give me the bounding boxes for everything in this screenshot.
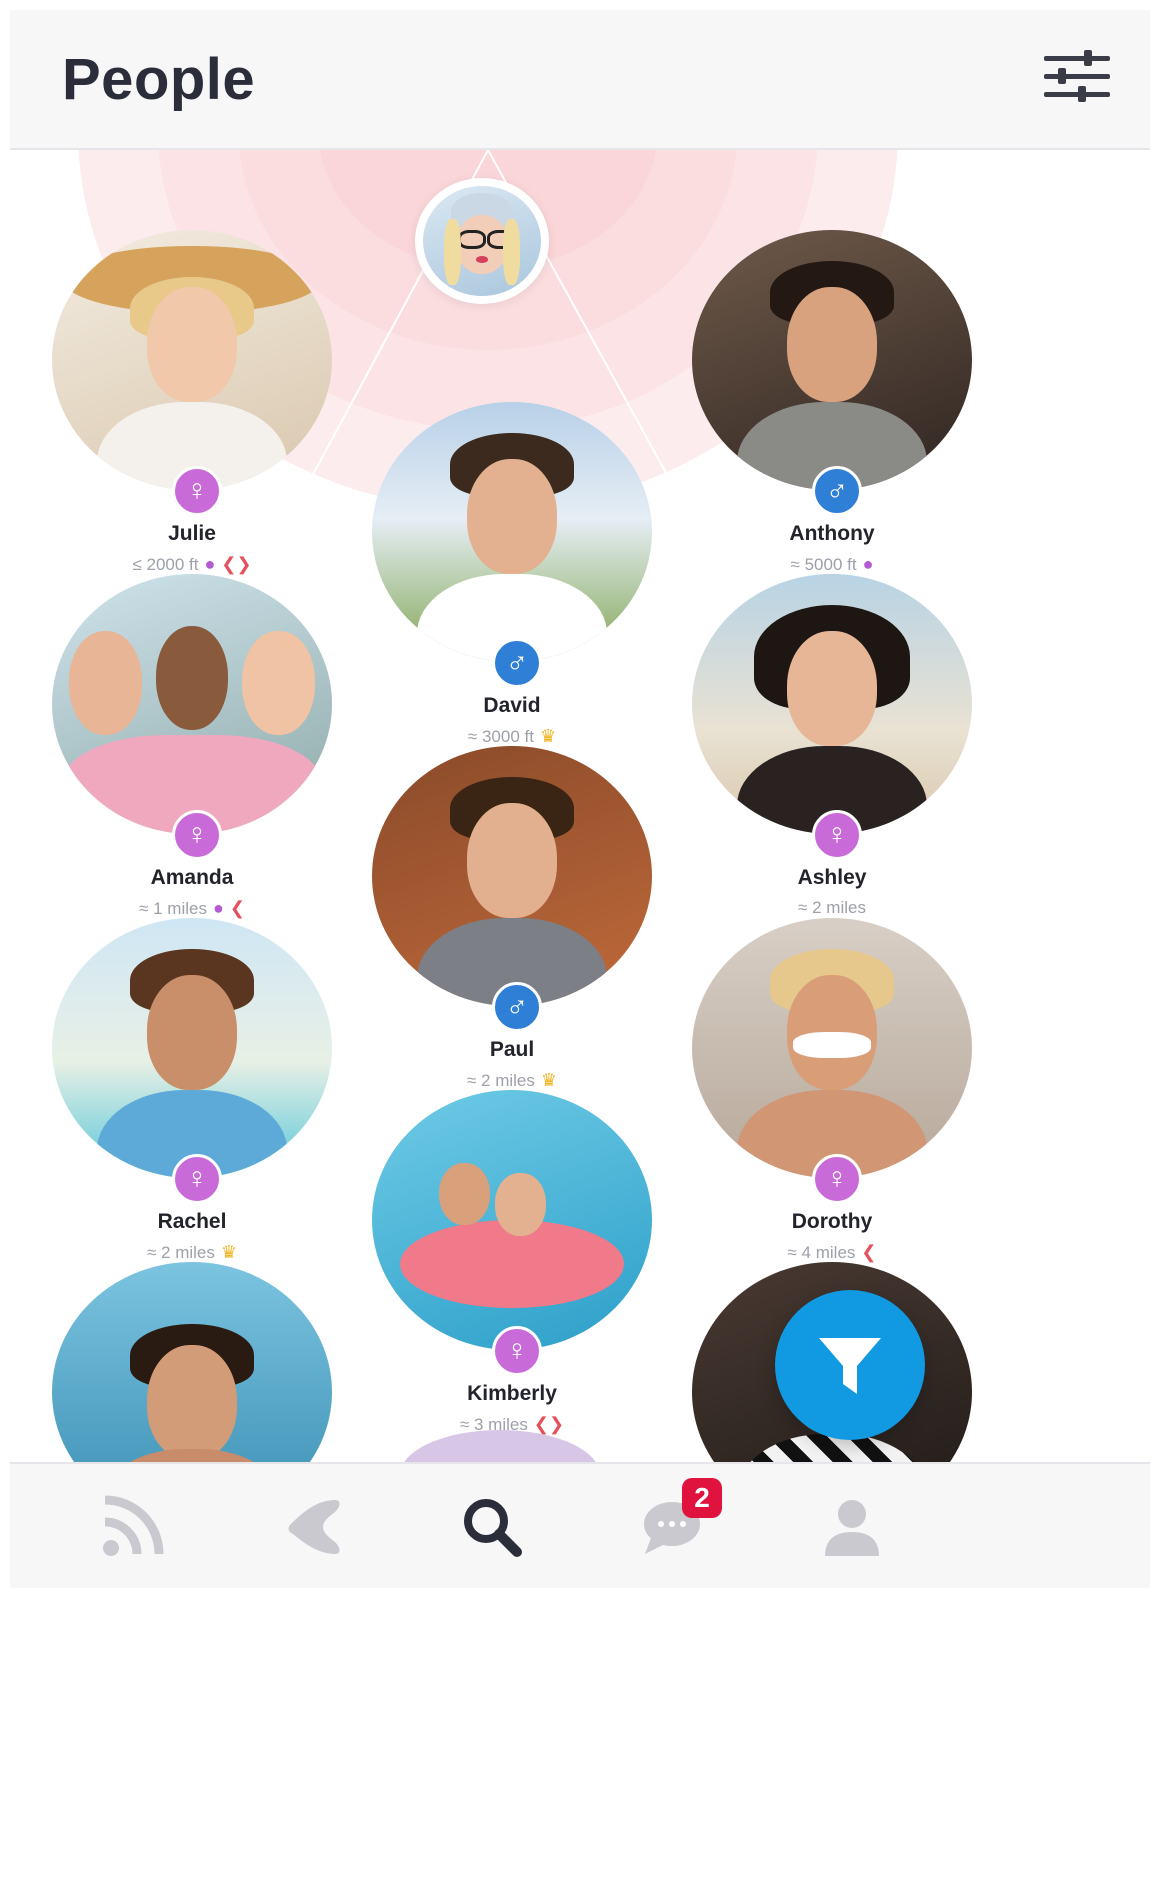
profile-photo [52, 574, 332, 834]
profile-distance: ≈ 2 miles [466, 1070, 535, 1090]
profile-card-kimberly[interactable]: ♀ Kimberly ≈ 3 miles ❮❯ [372, 1090, 652, 1435]
search-icon [464, 1499, 522, 1557]
nav-likes[interactable] [272, 1492, 352, 1562]
settings-button[interactable] [1044, 50, 1110, 104]
profile-distance-row: ≈ 4 miles ❮ [692, 1242, 972, 1263]
location-pin-icon: ● [204, 554, 216, 574]
profile-distance-row: ≈ 2 miles [692, 898, 972, 918]
heart-icon: ❮ [861, 1242, 877, 1262]
profile-distance-row: ≈ 3000 ft ♛ [372, 726, 652, 747]
nav-search[interactable] [452, 1492, 532, 1562]
profile-distance: ≈ 5000 ft [790, 554, 857, 574]
profile-name: David [483, 694, 541, 717]
my-avatar-photo [423, 186, 541, 296]
female-icon: ♀ [172, 466, 222, 516]
female-icon: ♀ [172, 810, 222, 860]
profile-name: Ashley [797, 866, 867, 889]
profile-card-anthony[interactable]: ♂ Anthony ≈ 5000 ft ● [692, 230, 972, 575]
profile-name: Rachel [157, 1210, 227, 1233]
sliders-icon [1044, 50, 1110, 102]
location-pin-icon: ● [212, 898, 224, 918]
profile-distance-row: ≈ 1 miles ● ❮ [52, 898, 332, 919]
profile-distance: ≈ 1 miles [139, 898, 207, 918]
funnel-icon [819, 1338, 881, 1394]
profile-card-ashley[interactable]: ♀ Ashley ≈ 2 miles [692, 574, 972, 918]
header: People [10, 10, 1150, 150]
profile-name: Paul [489, 1038, 535, 1061]
profile-distance-row: ≈ 3 miles ❮❯ [372, 1414, 652, 1435]
page-title: People [62, 47, 256, 112]
profile-name: Anthony [789, 522, 875, 545]
female-icon: ♀ [812, 810, 862, 860]
heart-icon: ❮ [229, 898, 245, 918]
profile-photo [692, 230, 972, 490]
profile-card-amanda[interactable]: ♀ Amanda ≈ 1 miles ● ❮ [52, 574, 332, 919]
mutual-hearts-icon: ❮❯ [533, 1414, 565, 1434]
crown-icon: ♛ [539, 726, 557, 746]
nav-profile[interactable] [812, 1492, 892, 1562]
profile-photo [372, 746, 652, 1006]
profile-photo [372, 1090, 652, 1350]
crown-icon: ♛ [540, 1070, 558, 1090]
feed-icon [103, 1495, 164, 1556]
profile-photo [372, 402, 652, 662]
mutual-hearts-icon: ❮❯ [221, 554, 252, 574]
female-icon: ♀ [812, 1154, 862, 1204]
profile-name: Julie [168, 522, 216, 545]
profile-photo [692, 574, 972, 834]
male-icon: ♂ [812, 466, 862, 516]
bottom-navigation: 2 [10, 1462, 1150, 1588]
profile-distance-row: ≈ 2 miles ♛ [372, 1070, 652, 1091]
profile-card-david[interactable]: ♂ David ≈ 3000 ft ♛ [372, 402, 652, 747]
profile-name: Kimberly [467, 1382, 557, 1405]
crown-icon: ♛ [220, 1242, 238, 1262]
profile-name: Dorothy [791, 1210, 873, 1233]
profile-photo [52, 230, 332, 490]
profile-card-paul[interactable]: ♂ Paul ≈ 2 miles ♛ [372, 746, 652, 1091]
female-icon: ♀ [492, 1326, 542, 1376]
nav-messages[interactable]: 2 [632, 1478, 722, 1562]
profile-distance-row: ≤ 2000 ft ● ❮❯ [52, 554, 332, 575]
profile-distance: ≈ 3 miles [459, 1414, 528, 1434]
profile-distance: ≈ 3000 ft [467, 726, 534, 746]
profile-distance: ≈ 2 miles [798, 898, 866, 917]
location-pin-icon: ● [862, 554, 874, 574]
profile-card-dorothy[interactable]: ♀ Dorothy ≈ 4 miles ❮ [692, 918, 972, 1263]
female-icon: ♀ [172, 1154, 222, 1204]
male-icon: ♂ [492, 982, 542, 1032]
profile-distance: ≤ 2000 ft [132, 554, 199, 574]
profile-icon [825, 1500, 879, 1556]
profile-distance-row: ≈ 5000 ft ● [692, 554, 972, 575]
profile-distance-row: ≈ 2 miles ♛ [52, 1242, 332, 1263]
profile-card-rachel[interactable]: ♀ Rachel ≈ 2 miles ♛ [52, 918, 332, 1263]
profile-distance: ≈ 4 miles [787, 1242, 856, 1262]
messages-badge: 2 [682, 1478, 722, 1518]
filter-fab-button[interactable] [775, 1290, 925, 1440]
profile-card-julie[interactable]: ♀ Julie ≤ 2000 ft ● ❮❯ [52, 230, 332, 575]
heart-icon [288, 1500, 340, 1554]
nav-feed[interactable] [92, 1492, 172, 1562]
app-screen: People ♀ Julie ≤ 2000 ft ● ❮❯ ♂ David ≈ … [10, 10, 1150, 1886]
my-avatar[interactable] [415, 178, 549, 304]
profile-photo [692, 918, 972, 1178]
profile-name: Amanda [150, 866, 234, 889]
male-icon: ♂ [492, 638, 542, 688]
profile-photo [52, 918, 332, 1178]
profile-distance: ≈ 2 miles [146, 1242, 215, 1262]
